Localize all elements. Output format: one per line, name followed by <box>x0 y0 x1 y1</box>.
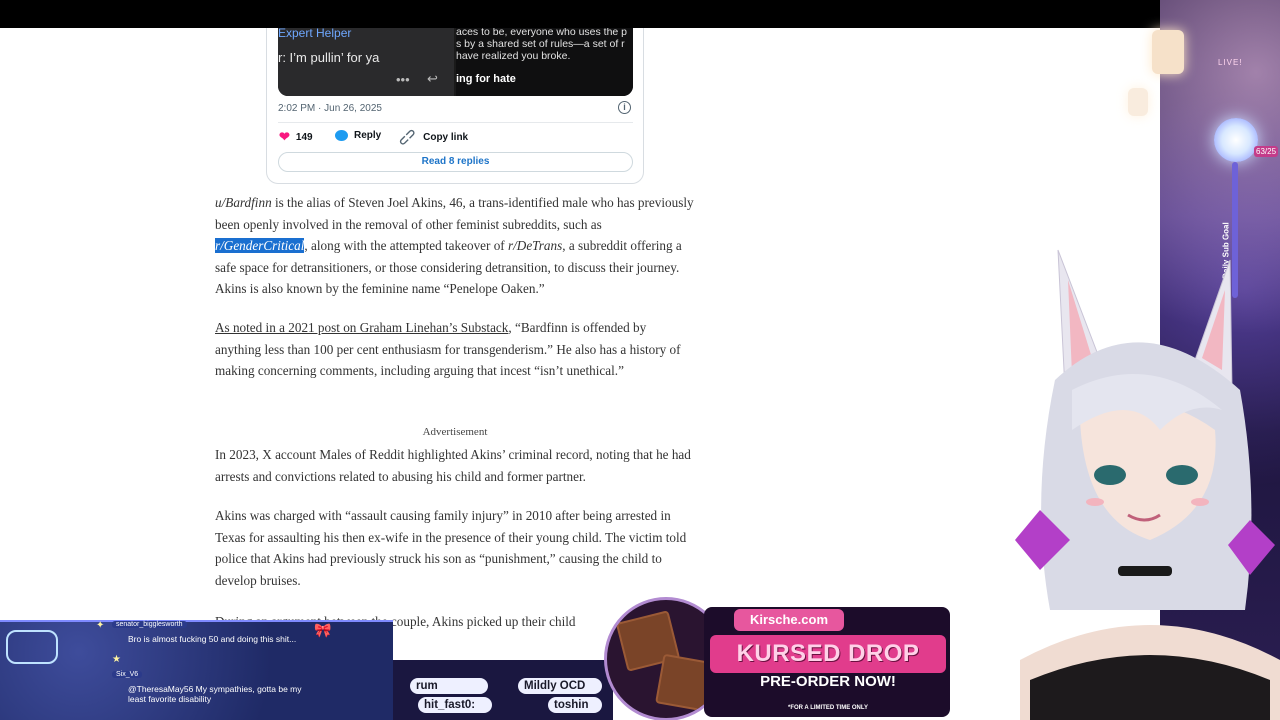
paragraph-3: In 2023, X account Males of Reddit highl… <box>215 447 691 484</box>
leaderboard-entry: toshin <box>548 697 602 713</box>
paragraph-1: u/Bardfinn is the alias of Steven Joel A… <box>215 192 695 300</box>
reply-label: Reply <box>354 130 382 141</box>
paragraph-text: is the alias of Steven Joel Akins, 46, a… <box>215 195 694 232</box>
more-dots-icon: ••• <box>396 72 410 87</box>
paragraph-2: As noted in a 2021 post on Graham Lineha… <box>215 317 695 382</box>
paragraph-text: , along with the attempted takeover of <box>304 238 508 253</box>
paragraph-4: Akins was charged with “assault causing … <box>215 508 687 588</box>
heart-icon: ❤ <box>279 129 290 144</box>
top-black-bar <box>0 0 1280 28</box>
copy-link-button[interactable]: ⊂⊃ Copy link <box>395 125 469 149</box>
substack-link[interactable]: As noted in a 2021 post on Graham Lineha… <box>215 320 508 335</box>
brand-logo: Kirsche.com <box>734 609 844 631</box>
vtuber-avatar <box>1015 249 1280 720</box>
media-right-panel: aces to be, everyone who uses the p s by… <box>456 28 633 96</box>
embedded-tweet-card: Expert Helper r: I’m pullin’ for ya ••• … <box>266 28 644 184</box>
promo-panel: Kirsche.com KURSED DROP PRE-ORDER NOW! *… <box>704 607 950 717</box>
like-button[interactable]: ❤ 149 <box>279 130 313 144</box>
copy-link-label: Copy link <box>423 131 469 143</box>
divider <box>278 122 633 123</box>
promo-title: KURSED DROP <box>710 635 946 673</box>
speech-bubble-icon <box>335 130 348 141</box>
read-replies-button[interactable]: Read 8 replies <box>278 152 633 172</box>
advertisement-label: Advertisement <box>422 426 488 438</box>
sparkle-icon: ✦ <box>96 620 105 631</box>
live-label: LIVE! <box>1218 58 1243 67</box>
media-line: s by a shared set of rules—a set of r <box>456 38 625 50</box>
chat-message: Bro is almost fucking 50 and doing this … <box>128 634 297 644</box>
tweet-timestamp[interactable]: 2:02 PM · Jun 26, 2025 <box>278 103 382 114</box>
lantern-decoration <box>1152 30 1184 74</box>
highlighted-subreddit[interactable]: r/GenderCritical <box>215 238 305 253</box>
tweet-media-image[interactable]: Expert Helper r: I’m pullin’ for ya ••• … <box>278 28 633 96</box>
reddit-user-link[interactable]: u/Bardfinn <box>215 195 272 210</box>
promo-fine-print: *FOR A LIMITED TIME ONLY <box>787 705 868 711</box>
like-count: 149 <box>295 131 313 143</box>
leaderboard-entry: hit_fast0: <box>418 697 492 713</box>
info-icon[interactable]: i <box>618 101 631 114</box>
media-helper-label: Expert Helper <box>278 28 352 40</box>
subreddit-link[interactable]: r/DeTrans <box>508 238 562 253</box>
promo-subtitle: PRE-ORDER NOW! <box>760 673 896 690</box>
cat-outline-decoration <box>6 630 58 664</box>
media-left-panel: Expert Helper r: I’m pullin’ for ya ••• … <box>278 28 454 96</box>
sub-goal-orb <box>1214 118 1258 162</box>
chat-message: @TheresaMay56 My sympathies, gotta be my… <box>128 684 302 704</box>
link-icon: ⊂⊃ <box>394 124 420 150</box>
sub-goal-count: 63/25 <box>1254 146 1279 157</box>
merch-promo-badge[interactable]: Kirsche.com KURSED DROP PRE-ORDER NOW! *… <box>604 585 954 720</box>
media-line: aces to be, everyone who uses the p <box>456 28 628 38</box>
lantern-decoration <box>1128 88 1148 116</box>
sparkle-icon: ★ <box>112 654 121 665</box>
media-line: have realized you broke. <box>456 50 571 62</box>
chat-username: senator_bigglesworth <box>112 621 187 628</box>
chat-username: Six_V6 <box>112 671 143 678</box>
reply-button[interactable]: Reply <box>335 130 381 141</box>
media-bold-line: ing for hate <box>456 73 516 85</box>
media-message-text: r: I’m pullin’ for ya <box>278 50 380 65</box>
leaderboard-entry: rum <box>410 678 488 694</box>
leaderboard-entry: Mildly OCD <box>518 678 602 694</box>
reply-arrow-icon: ↩ <box>427 71 438 86</box>
